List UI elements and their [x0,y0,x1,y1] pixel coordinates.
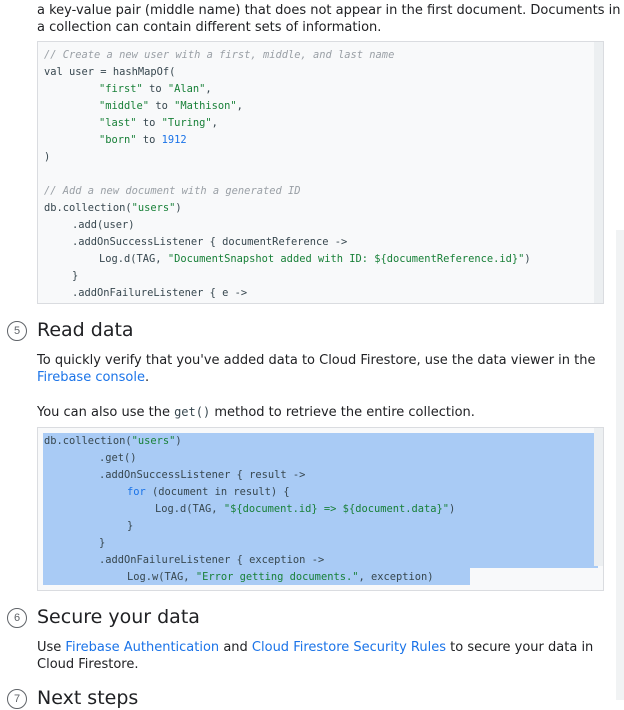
code-line: ) [44,151,51,163]
step-number-badge: 6 [7,608,27,628]
code-line: .addOnSuccessListener { documentReferenc… [72,236,348,248]
code-scrollbar[interactable] [594,428,603,566]
page-scrollbar[interactable] [616,230,624,700]
firebase-authentication-link[interactable]: Firebase Authentication [65,640,219,655]
code-line: Log.d(TAG, "DocumentSnapshot added with … [99,253,531,265]
intro-paragraph: a key-value pair (middle name) that does… [37,2,621,36]
code-line: "born" to 1912 [99,134,187,146]
get-method-code: get() [174,405,211,419]
code-line: .addOnFailureListener { e -> [72,287,248,299]
code-line: val user = hashMapOf( [44,66,176,78]
section-title-next-steps: Next steps [37,687,139,709]
secure-data-paragraph: Use Firebase Authentication and Cloud Fi… [37,640,594,672]
security-rules-link[interactable]: Cloud Firestore Security Rules [252,640,446,655]
section-title-read-data: Read data [37,319,134,341]
code-line: db.collection("users") [44,202,182,214]
code-comment: // Add a new document with a generated I… [44,185,301,197]
code-line: .addOnFailureListener { exception -> [99,554,325,566]
code-scrollbar[interactable] [594,42,603,303]
step-number-badge: 7 [7,689,27,709]
code-line: .add(user) [72,219,135,231]
step-number-badge: 5 [7,321,27,341]
intro-line-1: a key-value pair (middle name) that does… [37,3,621,18]
section-title-secure-data: Secure your data [37,606,200,628]
code-line: } [99,537,106,549]
code-comment: // Create a new user with a first, middl… [44,49,395,61]
code-block-get-collection[interactable]: db.collection("users") .get() .addOnSucc… [37,427,604,591]
firebase-console-link[interactable]: Firebase console [37,370,145,385]
code-line: Log.d(TAG, "${document.id} => ${document… [155,503,456,515]
code-line: .addOnSuccessListener { result -> [99,469,306,481]
code-line: } [127,520,134,532]
code-block-add-documents[interactable]: // Create a new user with a first, middl… [37,41,604,304]
code-line: "first" to "Alan", [99,83,212,95]
read-data-paragraph-1: To quickly verify that you've added data… [37,353,596,385]
code-line: db.collection("users") [44,435,182,447]
code-line: .get() [99,452,137,464]
code-line: "middle" to "Mathison", [99,100,243,112]
code-line: } [72,270,79,282]
read-data-paragraph-2: You can also use the get() method to ret… [37,405,475,420]
code-line: Log.w(TAG, "Error getting documents.", e… [127,571,434,583]
code-line: for (document in result) { [127,486,290,498]
intro-line-2: a collection can contain different sets … [37,20,382,35]
code-line: "last" to "Turing", [99,117,218,129]
